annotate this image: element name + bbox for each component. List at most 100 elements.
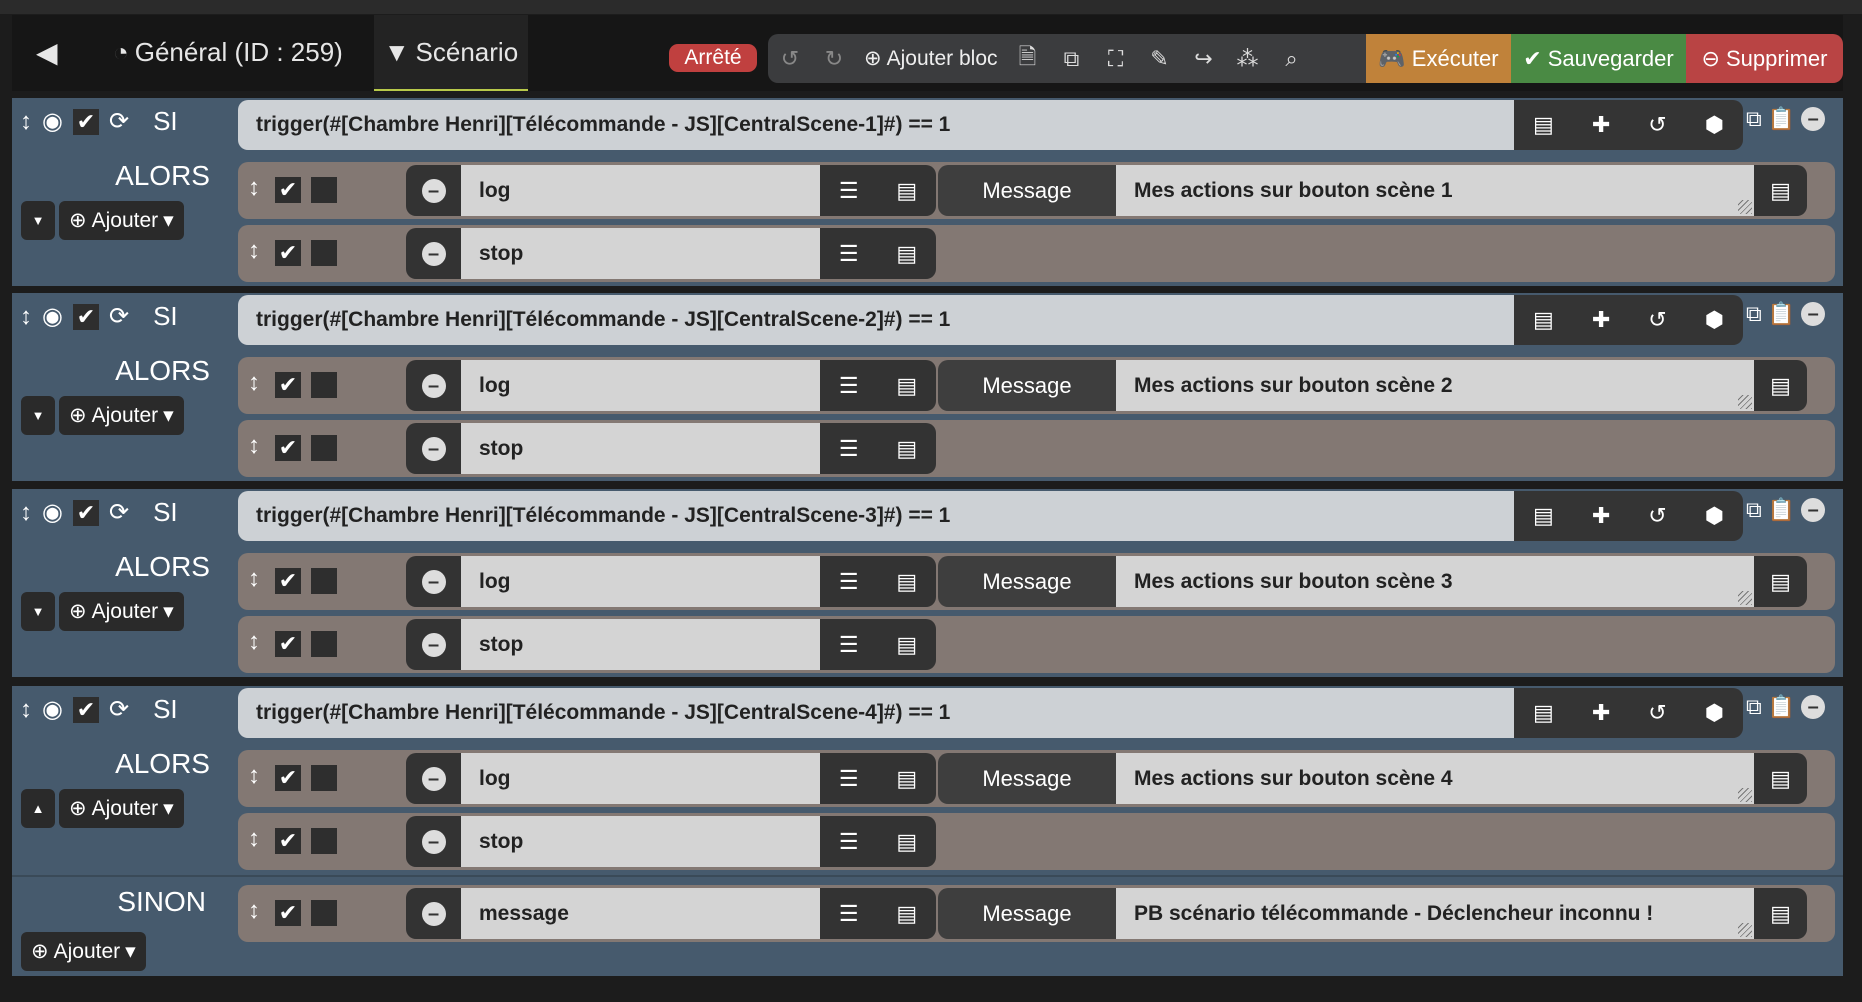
- history-icon[interactable]: ↺: [1648, 700, 1666, 726]
- paste-icon[interactable]: 📋: [1768, 694, 1795, 720]
- cube-icon[interactable]: ⬢: [1705, 307, 1724, 333]
- save-button[interactable]: ✔ Sauvegarder: [1511, 34, 1686, 83]
- list-icon[interactable]: ▤: [896, 373, 917, 399]
- copy-icon[interactable]: ⧉: [1746, 497, 1762, 523]
- list-check-icon[interactable]: ☰: [839, 766, 859, 792]
- remove-action-button[interactable]: –: [406, 816, 461, 867]
- collapse-toggle[interactable]: ▼: [21, 396, 55, 435]
- eye-icon[interactable]: ◉: [42, 107, 63, 136]
- list-check-icon[interactable]: ☰: [839, 241, 859, 267]
- background-checkbox[interactable]: [311, 372, 337, 398]
- drag-handle-icon[interactable]: ↕: [20, 499, 32, 527]
- background-checkbox[interactable]: [311, 568, 337, 594]
- background-checkbox[interactable]: [311, 240, 337, 266]
- execute-button[interactable]: 🎮 Exécuter: [1366, 34, 1511, 83]
- drag-handle-icon[interactable]: ↕: [20, 303, 32, 331]
- condition-input[interactable]: trigger(#[Chambre Henri][Télécommande - …: [238, 491, 1514, 541]
- command-input[interactable]: stop: [461, 816, 820, 867]
- history-icon[interactable]: ↺: [1648, 112, 1666, 138]
- command-input[interactable]: stop: [461, 619, 820, 670]
- edit-icon[interactable]: ✎: [1138, 46, 1182, 72]
- enable-checkbox[interactable]: ✔: [275, 765, 301, 791]
- share-icon[interactable]: ↪: [1182, 46, 1226, 72]
- enable-checkbox[interactable]: ✔: [275, 372, 301, 398]
- list-icon[interactable]: ▤: [896, 632, 917, 658]
- message-input[interactable]: Mes actions sur bouton scène 3: [1116, 556, 1754, 607]
- puzzle-icon[interactable]: ✚: [1592, 503, 1610, 529]
- drag-handle-icon[interactable]: ↕: [20, 108, 32, 136]
- remove-action-button[interactable]: –: [406, 556, 461, 607]
- background-checkbox[interactable]: [311, 631, 337, 657]
- message-options-button[interactable]: ▤: [1754, 556, 1807, 607]
- remove-block-icon[interactable]: –: [1801, 302, 1826, 326]
- enable-checkbox[interactable]: ✔: [275, 828, 301, 854]
- delete-button[interactable]: ⊖ Supprimer: [1686, 34, 1843, 83]
- remove-action-button[interactable]: –: [406, 619, 461, 670]
- condition-input[interactable]: trigger(#[Chambre Henri][Télécommande - …: [238, 100, 1514, 150]
- enable-checkbox[interactable]: ✔: [72, 303, 99, 330]
- drag-handle-icon[interactable]: ↕: [248, 825, 260, 853]
- remove-block-icon[interactable]: –: [1801, 498, 1826, 522]
- back-arrow-icon[interactable]: ◀: [36, 15, 66, 89]
- background-checkbox[interactable]: [311, 765, 337, 791]
- drag-handle-icon[interactable]: ↕: [248, 369, 260, 397]
- paste-icon[interactable]: 📋: [1768, 106, 1795, 132]
- list-icon[interactable]: ▤: [896, 901, 917, 927]
- list-check-icon[interactable]: ☰: [839, 436, 859, 462]
- command-input[interactable]: log: [461, 556, 820, 607]
- command-input[interactable]: stop: [461, 423, 820, 474]
- message-input[interactable]: PB scénario télécommande - Déclencheur i…: [1116, 888, 1754, 939]
- drag-handle-icon[interactable]: ↕: [248, 897, 260, 925]
- list-check-icon[interactable]: ☰: [839, 178, 859, 204]
- resize-handle[interactable]: [1738, 395, 1752, 409]
- cube-icon[interactable]: ⬢: [1705, 503, 1724, 529]
- list-icon[interactable]: ▤: [1533, 700, 1554, 726]
- add-action-button[interactable]: ⊕ Ajouter ▾: [59, 789, 184, 828]
- add-action-button[interactable]: ⊕ Ajouter ▾: [21, 932, 146, 971]
- expand-icon[interactable]: ⛶: [1094, 46, 1138, 72]
- tab-scenario[interactable]: ▼ Scénario: [374, 15, 528, 91]
- message-input[interactable]: Mes actions sur bouton scène 2: [1116, 360, 1754, 411]
- cubes-icon[interactable]: ⁂: [1226, 46, 1270, 72]
- command-input[interactable]: message: [461, 888, 820, 939]
- background-checkbox[interactable]: [311, 828, 337, 854]
- list-check-icon[interactable]: ☰: [839, 901, 859, 927]
- refresh-icon[interactable]: ⟳: [109, 498, 129, 527]
- refresh-icon[interactable]: ⟳: [109, 107, 129, 136]
- copy-icon[interactable]: ⧉: [1746, 694, 1762, 720]
- remove-action-button[interactable]: –: [406, 423, 461, 474]
- eye-icon[interactable]: ◉: [42, 695, 63, 724]
- message-options-button[interactable]: ▤: [1754, 888, 1807, 939]
- refresh-icon[interactable]: ⟳: [109, 695, 129, 724]
- list-icon[interactable]: ▤: [896, 436, 917, 462]
- message-input[interactable]: Mes actions sur bouton scène 1: [1116, 165, 1754, 216]
- message-options-button[interactable]: ▤: [1754, 165, 1807, 216]
- enable-checkbox[interactable]: ✔: [275, 435, 301, 461]
- remove-block-icon[interactable]: –: [1801, 107, 1826, 131]
- history-icon[interactable]: ↺: [1648, 307, 1666, 333]
- resize-handle[interactable]: [1738, 591, 1752, 605]
- drag-handle-icon[interactable]: ↕: [248, 174, 260, 202]
- background-checkbox[interactable]: [311, 900, 337, 926]
- puzzle-icon[interactable]: ✚: [1592, 112, 1610, 138]
- collapse-toggle[interactable]: ▲: [21, 789, 55, 828]
- enable-checkbox[interactable]: ✔: [275, 631, 301, 657]
- cube-icon[interactable]: ⬢: [1705, 700, 1724, 726]
- add-action-button[interactable]: ⊕ Ajouter ▾: [59, 201, 184, 240]
- puzzle-icon[interactable]: ✚: [1592, 700, 1610, 726]
- drag-handle-icon[interactable]: ↕: [248, 628, 260, 656]
- background-checkbox[interactable]: [311, 435, 337, 461]
- remove-action-button[interactable]: –: [406, 888, 461, 939]
- collapse-toggle[interactable]: ▼: [21, 201, 55, 240]
- message-options-button[interactable]: ▤: [1754, 360, 1807, 411]
- list-check-icon[interactable]: ☰: [839, 373, 859, 399]
- background-checkbox[interactable]: [311, 177, 337, 203]
- drag-handle-icon[interactable]: ↕: [248, 762, 260, 790]
- enable-checkbox[interactable]: ✔: [275, 568, 301, 594]
- list-icon[interactable]: ▤: [896, 766, 917, 792]
- history-icon[interactable]: ↺: [1648, 503, 1666, 529]
- refresh-icon[interactable]: ⟳: [109, 302, 129, 331]
- eye-icon[interactable]: ◉: [42, 302, 63, 331]
- search-icon[interactable]: ⌕: [1270, 46, 1314, 72]
- enable-checkbox[interactable]: ✔: [275, 177, 301, 203]
